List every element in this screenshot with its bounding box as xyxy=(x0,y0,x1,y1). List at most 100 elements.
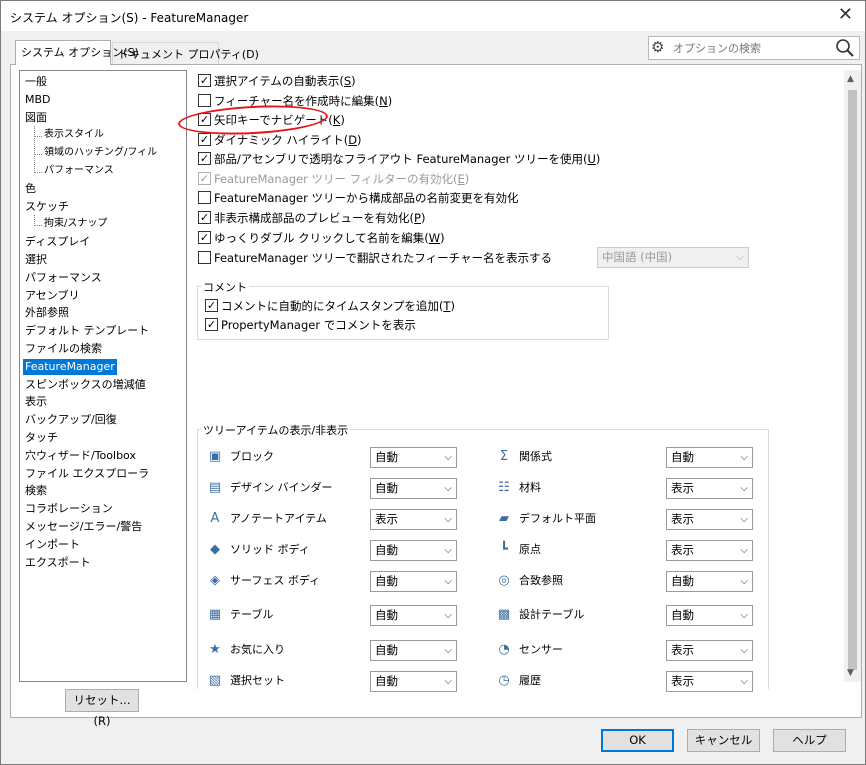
option-label-tail: ) xyxy=(440,231,445,245)
options-search[interactable]: ⚙ xyxy=(648,36,860,60)
checkbox[interactable]: ✓ xyxy=(198,152,211,165)
visibility-select[interactable]: 自動 ⌵ xyxy=(370,571,457,592)
tree-item[interactable]: アセンブリ xyxy=(25,288,79,304)
search-icon[interactable] xyxy=(835,38,855,58)
checkbox[interactable]: ✓ xyxy=(198,133,211,146)
block-icon: ▣ xyxy=(208,449,222,464)
tree-item[interactable]: 表示スタイル xyxy=(44,127,104,143)
tree-item-type-label: 設計テーブル xyxy=(519,608,585,621)
tree-item[interactable]: スピンボックスの増減値 xyxy=(25,377,146,393)
featuremanager-option[interactable]: FeatureManager ツリーで翻訳されたフィーチャー名を表示する xyxy=(198,250,552,266)
tree-item[interactable]: コラボレーション xyxy=(25,501,113,517)
tree-item[interactable]: パフォーマンス xyxy=(44,163,114,179)
checkbox[interactable]: ✓ xyxy=(198,74,211,87)
visibility-select[interactable]: 自動 ⌵ xyxy=(666,571,753,592)
tree-item[interactable]: ファイル エクスプローラ xyxy=(25,466,149,482)
comment-option[interactable]: ✓ PropertyManager でコメントを表示 xyxy=(205,317,416,333)
visibility-select[interactable]: 自動 ⌵ xyxy=(370,447,457,468)
comment-group-title: コメント xyxy=(201,279,249,295)
featuremanager-option[interactable]: ✓ 部品/アセンブリで透明なフライアウト FeatureManager ツリーを使… xyxy=(198,151,600,167)
tree-item[interactable]: 外部参照 xyxy=(25,305,69,321)
featuremanager-option[interactable]: ✓ ゆっくりダブル クリックして名前を編集(W) xyxy=(198,230,445,246)
chevron-down-icon: ⌵ xyxy=(740,514,748,525)
tree-item[interactable]: 拘束/スナップ xyxy=(44,216,107,232)
tree-item[interactable]: エクスポート xyxy=(25,555,91,571)
tree-item-type-label: 材料 xyxy=(519,481,541,494)
comment-option[interactable]: ✓ コメントに自動的にタイムスタンプを追加(T) xyxy=(205,298,455,314)
checkbox[interactable] xyxy=(198,94,211,107)
visibility-select[interactable]: 表示 ⌵ xyxy=(666,640,753,661)
close-icon[interactable]: ✕ xyxy=(838,4,853,25)
tree-item[interactable]: 図面 xyxy=(25,110,47,126)
option-label: ゆっくりダブル クリックして名前を編集( xyxy=(214,231,429,245)
scroll-down-icon[interactable]: ▼ xyxy=(847,668,854,678)
visibility-select[interactable]: 自動 ⌵ xyxy=(370,671,457,692)
checkbox[interactable] xyxy=(198,251,211,264)
visibility-select-value: 表示 xyxy=(671,543,694,557)
checkbox[interactable]: ✓ xyxy=(205,299,218,312)
visibility-select[interactable]: 自動 ⌵ xyxy=(370,540,457,561)
tree-item[interactable]: MBD xyxy=(25,92,51,108)
tree-item[interactable]: 表示 xyxy=(25,394,47,410)
checkbox[interactable]: ✓ xyxy=(198,211,211,224)
scrollbar-thumb[interactable] xyxy=(848,90,857,670)
visibility-select[interactable]: 表示 ⌵ xyxy=(666,540,753,561)
tree-item[interactable]: FeatureManager xyxy=(23,358,117,375)
visibility-select[interactable]: 表示 ⌵ xyxy=(666,478,753,499)
search-input[interactable] xyxy=(671,39,831,57)
option-label-tail: ) xyxy=(387,94,393,108)
tree-item[interactable]: デフォルト テンプレート xyxy=(25,323,149,339)
title-bar: システム オプション(S) - FeatureManager ✕ xyxy=(1,1,865,31)
annotation-icon: A xyxy=(210,511,220,526)
tree-item[interactable]: 穴ウィザード/Toolbox xyxy=(25,448,136,464)
tree-item[interactable]: メッセージ/エラー/警告 xyxy=(25,519,142,535)
tree-item[interactable]: 色 xyxy=(25,181,36,197)
ok-button[interactable]: OK xyxy=(601,729,674,752)
help-button[interactable]: ヘルプ xyxy=(773,729,846,752)
vertical-scrollbar[interactable]: ▲ ▼ xyxy=(844,70,861,682)
visibility-select[interactable]: 自動 ⌵ xyxy=(666,447,753,468)
option-access-key: W xyxy=(428,231,441,245)
tree-connector xyxy=(34,125,35,173)
tree-item-type-label: デザイン バインダー xyxy=(230,481,333,494)
checkbox[interactable]: ✓ xyxy=(205,318,218,331)
scroll-up-icon[interactable]: ▲ xyxy=(847,74,854,84)
chevron-down-icon: ⌵ xyxy=(444,645,452,656)
cancel-button[interactable]: キャンセル xyxy=(687,729,760,752)
tab-system-options[interactable]: システム オプション(S) xyxy=(15,40,139,65)
featuremanager-option[interactable]: FeatureManager ツリーから構成部品の名前変更を有効化 xyxy=(198,190,519,206)
options-tree[interactable]: 一般 MBD 図面 表示スタイル 領域のハッチング/フィル パフォーマンス色スケッチ 拘束/… xyxy=(19,70,187,682)
tree-item[interactable]: 一般 xyxy=(25,74,47,90)
chevron-down-icon: ⌵ xyxy=(740,483,748,494)
tree-item[interactable]: パフォーマンス xyxy=(25,270,102,286)
visibility-select-value: 自動 xyxy=(375,643,398,657)
tree-item[interactable]: ファイルの検索 xyxy=(25,341,102,357)
visibility-select[interactable]: 自動 ⌵ xyxy=(370,478,457,499)
tree-item-type-label: テーブル xyxy=(230,608,274,621)
featuremanager-option[interactable]: ✓ 選択アイテムの自動表示(S) xyxy=(198,73,356,89)
visibility-select[interactable]: 表示 ⌵ xyxy=(370,509,457,530)
tree-item[interactable]: バックアップ/回復 xyxy=(25,412,117,428)
chevron-down-icon: ⌵ xyxy=(444,545,452,556)
featuremanager-option[interactable]: ✓ 非表示構成部品のプレビューを有効化(P) xyxy=(198,210,425,226)
design-binder-icon: ▤ xyxy=(208,480,222,495)
visibility-select[interactable]: 自動 ⌵ xyxy=(370,640,457,661)
visibility-select[interactable]: 表示 ⌵ xyxy=(666,509,753,530)
reset-button[interactable]: リセット...(R) xyxy=(65,689,139,728)
chevron-down-icon: ⌵ xyxy=(444,452,452,463)
option-label-tail: ) xyxy=(595,152,601,166)
checkbox[interactable] xyxy=(198,191,211,204)
visibility-select[interactable]: 自動 ⌵ xyxy=(370,605,457,626)
tree-item[interactable]: インポート xyxy=(25,537,80,553)
visibility-select[interactable]: 表示 ⌵ xyxy=(666,671,753,692)
option-label: ダイナミック ハイライト( xyxy=(214,133,349,147)
tree-item[interactable]: タッチ xyxy=(25,430,58,446)
visibility-select[interactable]: 自動 ⌵ xyxy=(666,605,753,626)
tree-item[interactable]: 領域のハッチング/フィル xyxy=(44,145,157,161)
checkbox[interactable]: ✓ xyxy=(198,231,211,244)
tree-item[interactable]: スケッチ xyxy=(25,199,69,215)
tree-item[interactable]: 検索 xyxy=(25,483,47,499)
option-label: 非表示構成部品のプレビューを有効化( xyxy=(214,211,414,225)
tree-item[interactable]: 選択 xyxy=(25,252,47,268)
tree-item[interactable]: ディスプレイ xyxy=(25,234,90,250)
